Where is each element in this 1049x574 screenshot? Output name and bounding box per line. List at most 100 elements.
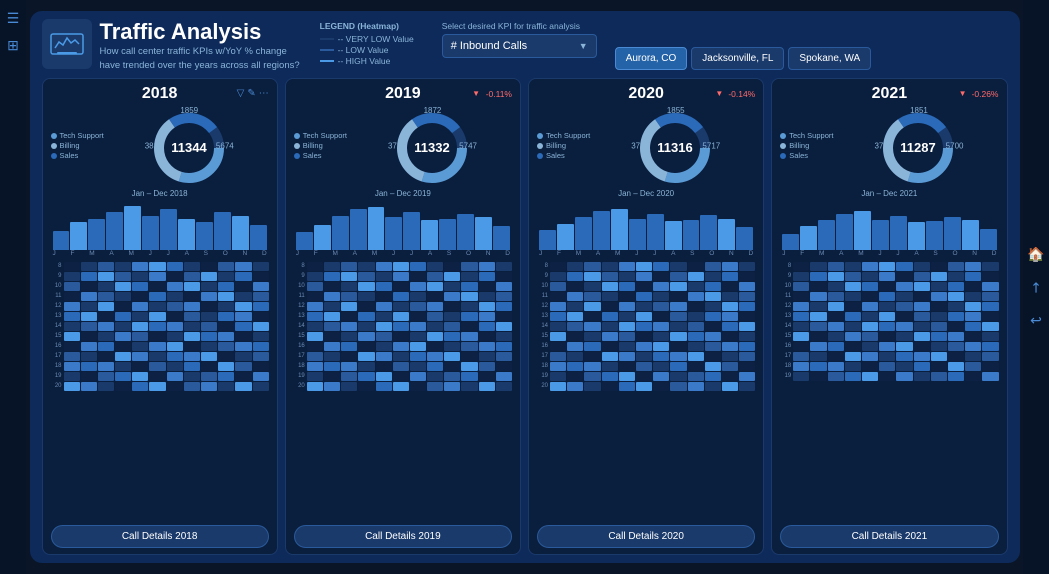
hm-cell [132,362,148,371]
hm-cell [636,272,652,281]
hm-cell [376,362,392,371]
hm-cell [132,372,148,381]
region-aurora[interactable]: Aurora, CO [615,47,688,70]
hm-cell [914,362,930,371]
home-icon[interactable]: 🏠 [1027,246,1044,263]
hm-cell [810,292,826,301]
hm-cell [879,342,895,351]
hm-cell [636,352,652,361]
hm-row-label: 19 [780,372,792,381]
more-icon[interactable]: ⋯ [259,88,269,99]
card-2018-donut-section: Tech Support Billing Sales [51,106,269,186]
hm-cell [793,282,809,291]
hm-cell [201,292,217,301]
hm-cell [218,262,234,271]
logo-svg [49,26,85,62]
hm-cell [376,272,392,281]
bar-item [457,214,474,250]
edit-icon[interactable]: ✎ [247,88,255,99]
card-2020-header: 2020 -0.14% ▼ [537,85,755,103]
call-details-2018-btn[interactable]: Call Details 2018 [51,525,269,548]
card-2018: 2018 ▽ ✎ ⋯ Tech Support [42,78,278,555]
hm-cell [931,272,947,281]
hm-cell [914,292,930,301]
hm-cell [307,342,323,351]
hm-cell [810,332,826,341]
share-icon[interactable]: ↗ [1026,277,1046,297]
hm-cell [324,362,340,371]
hm-cell [845,342,861,351]
hm-cell [845,282,861,291]
card-2019-year: 2019 [385,85,421,103]
hm-cell [496,372,512,381]
hm-cell [167,282,183,291]
region-spokane[interactable]: Spokane, WA [788,47,871,70]
hm-cell [584,372,600,381]
hm-cell [722,372,738,381]
call-details-2019-btn[interactable]: Call Details 2019 [294,525,512,548]
title-block: Traffic Analysis How call center traffic… [100,19,300,72]
hm-cell [201,382,217,391]
hm-row-label: 11 [537,292,549,301]
card-2021-bar-section: Jan – Dec 2021 JFMAMJJASOND [780,189,998,259]
hm-cell [914,262,930,271]
hm-cell [324,382,340,391]
hm-cell [862,292,878,301]
kpi-dropdown[interactable]: # Inbound Calls ▼ [442,34,597,58]
hm-cell [461,362,477,371]
hm-cell [496,292,512,301]
hm-cell [670,332,686,341]
hm-cell [479,372,495,381]
card-2021-header: 2021 -0.26% ▼ [780,85,998,103]
hm-cell [636,342,652,351]
hm-cell [235,282,251,291]
hm-cell [341,262,357,271]
hm-cell [218,272,234,281]
hm-cell [862,272,878,281]
hm-cell [358,322,374,331]
hm-cell [427,292,443,301]
hm-cell [444,322,460,331]
hm-row-label: 11 [294,292,306,301]
call-details-2020-btn[interactable]: Call Details 2020 [537,525,755,548]
legend-tech-2018: Tech Support [60,131,104,140]
hm-cell [410,352,426,361]
hm-cell [201,312,217,321]
hm-cell [965,292,981,301]
hm-cell [567,322,583,331]
call-details-2021-btn[interactable]: Call Details 2021 [780,525,998,548]
back-icon[interactable]: ↩ [1030,312,1042,329]
hm-cell [496,312,512,321]
card-2018-bar-section: Jan – Dec 2018 JFMAMJJASOND [51,189,269,259]
hm-cell [132,312,148,321]
region-jacksonville[interactable]: Jacksonville, FL [691,47,784,70]
hm-cell [739,352,755,361]
hm-cell [81,362,97,371]
hm-cell [653,272,669,281]
sidebar-icon-menu[interactable]: ☰ [7,10,20,27]
hm-cell [149,292,165,301]
hm-cell [496,382,512,391]
bar-item [493,226,510,250]
hm-cell [567,272,583,281]
hm-cell [393,382,409,391]
hm-cell [98,272,114,281]
hm-row-label: 12 [780,302,792,311]
hm-cell [496,272,512,281]
hm-cell [862,302,878,311]
hm-cell [132,332,148,341]
filter-icon[interactable]: ▽ [237,88,245,99]
card-2019-header: 2019 -0.11% ▼ [294,85,512,103]
heatmap-grid: 8910111213141516171819 [780,262,998,381]
hm-cell [793,372,809,381]
hm-cell [81,382,97,391]
hm-cell [653,292,669,301]
hm-cell [479,322,495,331]
hm-cell [218,332,234,341]
hm-cell [584,312,600,321]
hm-cell [550,332,566,341]
sidebar-icon-grid[interactable]: ⊞ [7,37,19,54]
hm-cell [722,282,738,291]
hm-cell [427,382,443,391]
hm-cell [896,262,912,271]
